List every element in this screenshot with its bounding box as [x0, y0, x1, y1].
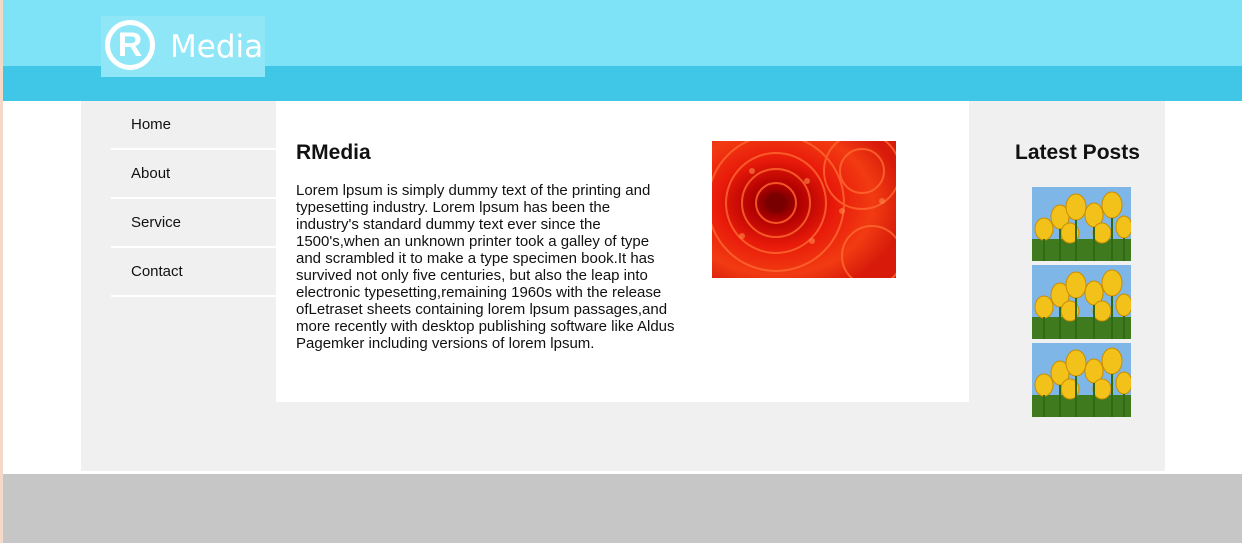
main-content: RMedia Lorem lpsum is simply dummy text …	[276, 101, 969, 402]
registered-mark-icon: R	[105, 20, 155, 70]
latest-posts-sidebar: Latest Posts	[969, 101, 1165, 471]
page: R Media Home About Service Contact RMedi…	[0, 0, 1242, 543]
page-title: RMedia	[296, 141, 371, 164]
header: R Media	[3, 0, 1242, 101]
tulips-photo-icon[interactable]	[1032, 343, 1131, 417]
nav-item-service[interactable]: Service	[111, 199, 276, 248]
nav-item-contact[interactable]: Contact	[111, 248, 276, 297]
nav-item-home[interactable]: Home	[111, 101, 276, 150]
logo[interactable]: R Media	[101, 16, 265, 77]
tulips-photo-icon[interactable]	[1032, 187, 1131, 261]
nav-item-about[interactable]: About	[111, 150, 276, 199]
content-area: Home About Service Contact RMedia Lorem …	[81, 101, 1165, 471]
red-flower-photo-icon	[712, 141, 896, 278]
sidebar-nav: Home About Service Contact	[111, 101, 276, 297]
latest-posts-title: Latest Posts	[1015, 141, 1140, 164]
footer	[3, 474, 1242, 543]
body-text: Lorem lpsum is simply dummy text of the …	[296, 182, 675, 352]
tulips-photo-icon[interactable]	[1032, 265, 1131, 339]
logo-text: Media	[170, 29, 264, 65]
